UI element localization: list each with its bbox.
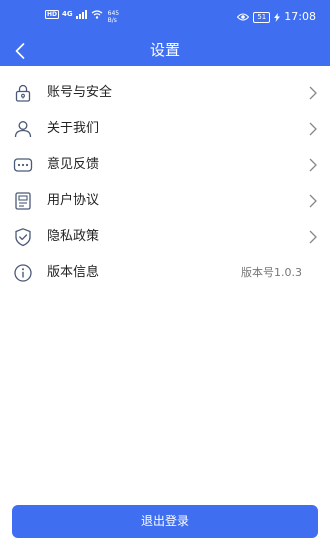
clock: 17:08 [284,10,316,23]
chevron-right-icon [309,230,317,244]
page-title: 设置 [149,41,180,59]
chevron-right-icon [309,122,317,136]
status-right: 51 17:08 [237,11,316,23]
charging-icon [274,12,281,22]
settings-item-privacy-policy[interactable]: 隐私政策 [0,219,330,255]
net-speed: 645 B/s [108,10,119,24]
settings-list: 账号与安全 关于我们 意见反馈 用户协议 隐私政策 版本信息 版本号1.0.3 [0,75,330,291]
status-left: HD 4G 645 B/s [45,10,119,24]
settings-item-label: 版本信息 [47,265,100,280]
chevron-right-icon [309,158,317,172]
chevron-right-icon [309,86,317,100]
net-speed-unit: B/s [107,17,117,24]
back-button[interactable] [6,36,34,66]
signal-type: 4G [62,10,73,18]
settings-item-user-agreement[interactable]: 用户协议 [0,183,330,219]
settings-item-label: 隐私政策 [47,229,100,244]
settings-item-account-security[interactable]: 账号与安全 [0,75,330,111]
settings-item-label: 意见反馈 [47,157,100,172]
signal-bars-icon [75,10,87,19]
user-icon [14,121,32,138]
settings-item-version-info[interactable]: 版本信息 版本号1.0.3 [0,255,330,291]
status-bar: HD 4G 645 B/s 51 17:08 [0,0,330,36]
settings-item-label: 用户协议 [47,193,100,208]
battery-indicator: 51 [253,11,271,23]
net-speed-value: 645 [107,10,120,17]
chevron-left-icon [15,43,25,59]
hd-indicator: HD [45,10,60,19]
settings-screen: HD 4G 645 B/s 51 17:08 设置 账号与安全 关于我们 意见反… [0,0,330,550]
wifi-icon [91,10,103,19]
lock-icon [15,84,31,102]
version-number: 版本号1.0.3 [241,266,302,279]
shield-icon [15,228,31,247]
settings-item-feedback[interactable]: 意见反馈 [0,147,330,183]
settings-item-about-us[interactable]: 关于我们 [0,111,330,147]
message-icon [13,158,33,172]
settings-item-label: 关于我们 [47,121,100,136]
eye-icon [237,13,250,21]
logout-button[interactable]: 退出登录 [12,505,318,538]
title-bar: 设置 [0,36,330,66]
info-icon [14,264,32,282]
chevron-right-icon [309,194,317,208]
settings-item-label: 账号与安全 [47,85,113,100]
document-icon [15,192,31,210]
